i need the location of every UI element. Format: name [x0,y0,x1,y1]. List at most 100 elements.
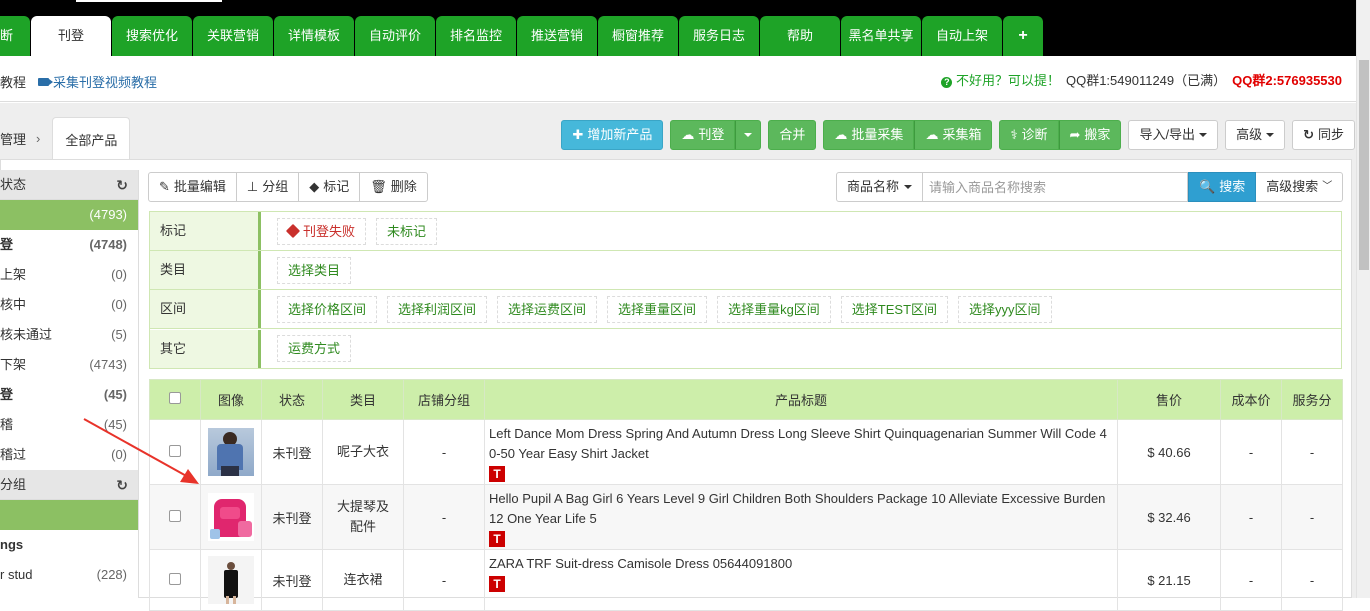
page-scrollbar[interactable] [1356,0,1370,598]
row-checkbox[interactable] [169,444,181,457]
filter-option[interactable]: 选择价格区间 [277,295,378,323]
sidebar-item[interactable]: r stud (228) [0,560,138,590]
filter-option[interactable]: 选择重量kg区间 [717,295,831,323]
cost-cell: - [1220,484,1282,550]
tab-0[interactable]: 断 [0,16,30,56]
sync-button[interactable]: ↻ 同步 [1292,120,1355,150]
product-image[interactable] [208,428,254,476]
table-row[interactable]: 未刊登 连衣裙 - ZARA TRF Suit-dress Camisole Dres… [149,549,1343,611]
search-field-label: 商品名称 [847,179,900,194]
sidebar-item[interactable]: 稽 (45) [0,410,138,440]
publish-dropdown-button[interactable] [735,120,762,150]
group-button[interactable]: ⊥ 分组 [235,172,300,202]
top-toolbar: ✚ 增加新产品 ☁ 刊登 合并 ☁ 批量采集 ☁ 采集箱 ⚕ 诊断 ➦ 搬家 导入/导出 高… [561,120,1355,150]
tab-5[interactable]: 自动评价 [355,16,435,56]
product-image[interactable] [208,556,254,604]
batch-collect-button[interactable]: ☁ 批量采集 [823,120,915,150]
sidebar-item[interactable]: 上架 (0) [0,260,138,290]
diagnose-button-group: ⚕ 诊断 ➦ 搬家 [999,120,1122,150]
filter-option-label: 选择重量区间 [618,301,697,317]
filter-option[interactable]: 选择yyy区间 [958,295,1052,323]
select-all-header[interactable] [149,379,201,420]
row-checkbox[interactable] [169,509,181,522]
delete-button[interactable]: 🗑 删除 [359,172,428,202]
filter-option-label: 选择类目 [288,262,341,278]
tutorial-link[interactable]: 教程 [0,72,26,91]
tab-3[interactable]: 关联营销 [193,16,273,56]
tab-8[interactable]: 橱窗推荐 [598,16,678,56]
column-header: 类目 [322,379,404,420]
group-section-header: 分组 ↻ [0,470,138,500]
sidebar-item[interactable]: 下架 (4743) [0,350,138,380]
tab-13[interactable]: + [1003,16,1043,56]
sidebar-item[interactable]: ngs [0,530,138,560]
filter-row: 类目 选择类目 [150,251,1341,290]
filter-option-label: 选择运费区间 [508,301,587,317]
batch-edit-button[interactable]: ✎ 批量编辑 [148,172,237,202]
filter-option[interactable]: 选择运费区间 [497,295,598,323]
sidebar-item-label: r stud [0,567,33,582]
publish-button[interactable]: ☁ 刊登 [670,120,736,150]
advanced-button[interactable]: 高级 [1225,120,1286,150]
sidebar-item[interactable] [0,500,138,530]
column-header: 状态 [261,379,323,420]
filter-option[interactable]: 运费方式 [277,335,352,362]
refresh-icon[interactable]: ↻ [116,470,128,500]
filter-option[interactable]: 选择类目 [277,256,352,284]
row-checkbox[interactable] [169,572,181,585]
tab-6[interactable]: 排名监控 [436,16,516,56]
sidebar-item[interactable]: 稽过 (0) [0,440,138,470]
scrollbar-thumb[interactable] [1359,60,1369,270]
merge-button[interactable]: 合并 [768,120,817,150]
filter-option[interactable]: 选择TEST区间 [840,295,949,323]
collect-box-button[interactable]: ☁ 采集箱 [914,120,993,150]
diagnose-button[interactable]: ⚕ 诊断 [999,120,1059,150]
table-row[interactable]: 未刊登 呢子大衣 - Left Dance Mom Dress Spring And … [149,419,1343,485]
sitemap-icon: ⊥ [246,179,259,194]
search-button[interactable]: 🔍 搜索 [1188,172,1257,202]
sidebar-item[interactable]: 核未通过 (5) [0,320,138,350]
product-title-link[interactable]: Hello Pupil A Bag Girl 6 Years Level 9 G… [489,489,1113,529]
sidebar-item[interactable]: (4793) [0,200,138,230]
cost-cell: - [1220,549,1282,611]
tab-9[interactable]: 服务日志 [679,16,759,56]
search-field-select[interactable]: 商品名称 [836,172,924,202]
filter-option[interactable]: 选择重量区间 [607,295,708,323]
breadcrumb-current-tab[interactable]: 全部产品 [52,117,131,159]
sidebar-item[interactable]: 登 (4748) [0,230,138,260]
product-image[interactable] [208,493,254,541]
feedback-link[interactable]: ? 不好用？可以提！ [941,70,1060,89]
product-title-link[interactable]: Left Dance Mom Dress Spring And Autumn D… [489,424,1113,464]
add-product-button[interactable]: ✚ 增加新产品 [561,120,664,150]
row-checkbox-cell[interactable] [149,484,201,550]
move-button[interactable]: ➦ 搬家 [1058,120,1122,150]
tab-11[interactable]: 黑名单共享 [841,16,921,56]
mark-button[interactable]: ◆ 标记 [298,172,361,202]
table-row[interactable]: 未刊登 大提琴及配件 - Hello Pupil A Bag Girl 6 Years… [149,484,1343,550]
sub-bar: 教程 采集刊登视频教程 ? 不好用？可以提！ QQ群1:549011249（已满… [0,56,1356,102]
tab-12[interactable]: 自动上架 [922,16,1002,56]
filter-option[interactable]: 刊登失败 [277,217,367,245]
tab-4[interactable]: 详情模板 [274,16,354,56]
product-title-link[interactable]: ZARA TRF Suit-dress Camisole Dress 05644… [489,554,1113,574]
price-cell: $ 32.46 [1117,484,1221,550]
tab-1[interactable]: 刊登 [31,16,111,56]
tab-2[interactable]: 搜索优化 [112,16,192,56]
refresh-icon[interactable]: ↻ [116,170,128,200]
search-input[interactable] [923,172,1189,202]
breadcrumb-parent[interactable]: 管理 [0,129,36,148]
select-all-checkbox[interactable] [169,392,181,404]
tab-10[interactable]: 帮助 [760,16,840,56]
sidebar-item-count: (4793) [89,207,127,222]
tab-7[interactable]: 推送营销 [517,16,597,56]
filter-option[interactable]: 未标记 [376,217,438,245]
sidebar-item[interactable]: 登 (45) [0,380,138,410]
row-checkbox-cell[interactable] [149,549,201,611]
status-cell: 未刊登 [261,484,323,550]
filter-option[interactable]: 选择利润区间 [387,295,488,323]
advanced-search-button[interactable]: 高级搜索 ﹀ [1256,172,1344,202]
import-export-button[interactable]: 导入/导出 [1128,120,1219,150]
video-tutorial-link[interactable]: 采集刊登视频教程 [38,72,157,91]
row-checkbox-cell[interactable] [149,419,201,485]
sidebar-item[interactable]: 核中 (0) [0,290,138,320]
